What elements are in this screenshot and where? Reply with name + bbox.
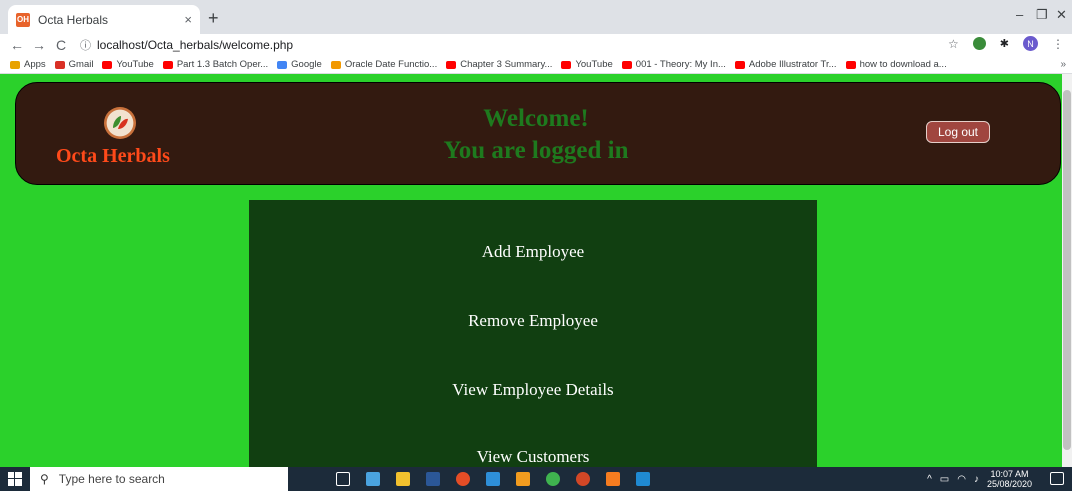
bookmark-item[interactable]: Chapter 3 Summary... [446,59,552,70]
site-favicon-icon: OH [16,12,30,27]
bookmark-label: Gmail [68,59,94,70]
tab-title: Octa Herbals [38,12,109,27]
taskbar-search[interactable]: ⚲ Type here to search [30,467,288,491]
bookmarks-overflow-icon[interactable]: » [1060,59,1066,70]
bookmark-label: YouTube [116,59,154,70]
bookmark-favicon-icon [330,60,341,69]
close-window-icon[interactable]: ✕ [1056,7,1067,23]
remove-employee-link[interactable]: Remove Employee [249,311,817,331]
bookmark-item[interactable]: Part 1.3 Batch Oper... [162,59,269,70]
browser-toolbar: ← → C ⓘ localhost/Octa_herbals/welcome.p… [0,34,1072,56]
forward-icon[interactable]: → [28,37,50,53]
battery-icon[interactable]: ▭ [940,474,949,485]
minimize-icon[interactable]: – [1016,7,1023,22]
add-employee-link[interactable]: Add Employee [249,242,817,262]
network-icon[interactable]: ◠ [957,474,966,485]
bookmark-label: how to download a... [859,59,947,70]
welcome-title: Welcome! [483,105,589,132]
windows-logo-icon [8,472,22,486]
logged-in-text: You are logged in [443,137,629,164]
bookmark-label: Part 1.3 Batch Oper... [176,59,269,70]
bookmark-label: YouTube [575,59,613,70]
volume-icon[interactable]: ♪ [974,474,979,485]
bookmark-favicon-icon [621,60,632,69]
notifications-icon[interactable] [1050,472,1064,485]
bookmark-item[interactable]: Gmail [54,59,94,70]
bookmark-favicon-icon [54,60,65,69]
system-clock[interactable]: 10:07 AM 25/08/2020 [987,469,1032,489]
chrome-active-icon[interactable] [576,472,590,486]
bookmark-favicon-icon [446,60,457,69]
bookmark-item[interactable]: Apps [10,59,46,70]
address-bar[interactable]: ⓘ localhost/Octa_herbals/welcome.php [80,35,920,55]
bookmark-label: Chapter 3 Summary... [460,59,553,70]
bookmark-favicon-icon [734,60,745,69]
bookmark-favicon-icon [162,60,173,69]
browser-menu-icon[interactable]: ⋮ [1052,37,1064,51]
restore-icon[interactable]: ❐ [1036,7,1048,23]
bookmark-label: 001 - Theory: My In... [635,59,726,70]
extension-icon[interactable] [972,37,986,50]
word-icon[interactable] [426,472,440,486]
bookmark-label: Oracle Date Functio... [344,59,438,70]
leaf-logo-icon [104,107,136,139]
bookmark-label: Apps [24,59,46,70]
profile-avatar[interactable]: N [1023,36,1038,51]
extensions-puzzle-icon[interactable]: ✱ [1000,37,1009,50]
bookmark-item[interactable]: Adobe Illustrator Tr... [734,59,837,70]
back-icon[interactable]: ← [6,37,28,53]
file-explorer-icon[interactable] [396,472,410,486]
xampp-icon[interactable] [606,472,620,486]
brand-name: Octa Herbals [56,145,170,167]
bookmark-item[interactable]: YouTube [102,59,154,70]
bookmark-item[interactable]: 001 - Theory: My In... [621,59,726,70]
reload-icon[interactable]: C [50,37,72,53]
site-header: Octa Herbals Welcome! You are logged in … [15,82,1061,185]
chrome-icon[interactable] [456,472,470,486]
site-info-icon[interactable]: ⓘ [80,37,91,53]
vscode-icon[interactable] [636,472,650,486]
address-url: localhost/Octa_herbals/welcome.php [97,38,294,52]
start-button[interactable] [0,467,30,491]
bookmark-label: Adobe Illustrator Tr... [748,59,837,70]
new-tab-button[interactable]: + [208,8,219,29]
illustrator-icon[interactable] [516,472,530,486]
bookmark-item[interactable]: how to download a... [845,59,947,70]
snipping-tool-icon[interactable] [366,472,380,486]
search-icon: ⚲ [40,472,49,486]
bookmark-label: Google [291,59,322,70]
whatsapp-icon[interactable] [546,472,560,486]
bookmark-star-icon[interactable]: ☆ [948,37,959,51]
bookmark-favicon-icon [561,60,572,69]
page-viewport: Octa Herbals Welcome! You are logged in … [0,74,1072,467]
view-employee-details-link[interactable]: View Employee Details [249,380,817,400]
bookmark-item[interactable]: Google [277,59,322,70]
bookmark-item[interactable]: Oracle Date Functio... [330,59,438,70]
welcome-message: Welcome! You are logged in [386,103,686,167]
clock-time: 10:07 AM [990,469,1029,479]
system-tray: ^ ▭ ◠ ♪ 10:07 AM 25/08/2020 [927,469,1032,489]
bookmarks-bar: Apps Gmail YouTube Part 1.3 Batch Oper... Go… [0,56,1072,74]
tray-expand-icon[interactable]: ^ [927,474,932,485]
search-placeholder: Type here to search [58,472,165,486]
bookmark-item[interactable]: YouTube [561,59,613,70]
bookmark-favicon-icon [845,60,856,69]
browser-tabstrip: OH Octa Herbals × + – ❐ ✕ [0,0,1072,34]
bookmark-favicon-icon [277,60,288,69]
browser-tab[interactable]: OH Octa Herbals × [8,5,200,34]
task-view-icon[interactable] [336,472,350,486]
page-scrollbar[interactable] [1062,74,1072,467]
bookmark-favicon-icon [10,60,20,69]
clock-date: 25/08/2020 [986,479,1032,489]
bookmark-favicon-icon [102,60,113,69]
scrollbar-thumb[interactable] [1063,90,1071,450]
employee-menu-panel: Add Employee Remove Employee View Employ… [249,200,817,467]
view-customers-link[interactable]: View Customers [249,447,817,467]
logout-button[interactable]: Log out [926,121,990,143]
app-icon[interactable] [486,472,500,486]
tab-close-icon[interactable]: × [184,12,192,27]
windows-taskbar: ⚲ Type here to search ^ ▭ ◠ ♪ 10:07 AM 2… [0,467,1072,491]
